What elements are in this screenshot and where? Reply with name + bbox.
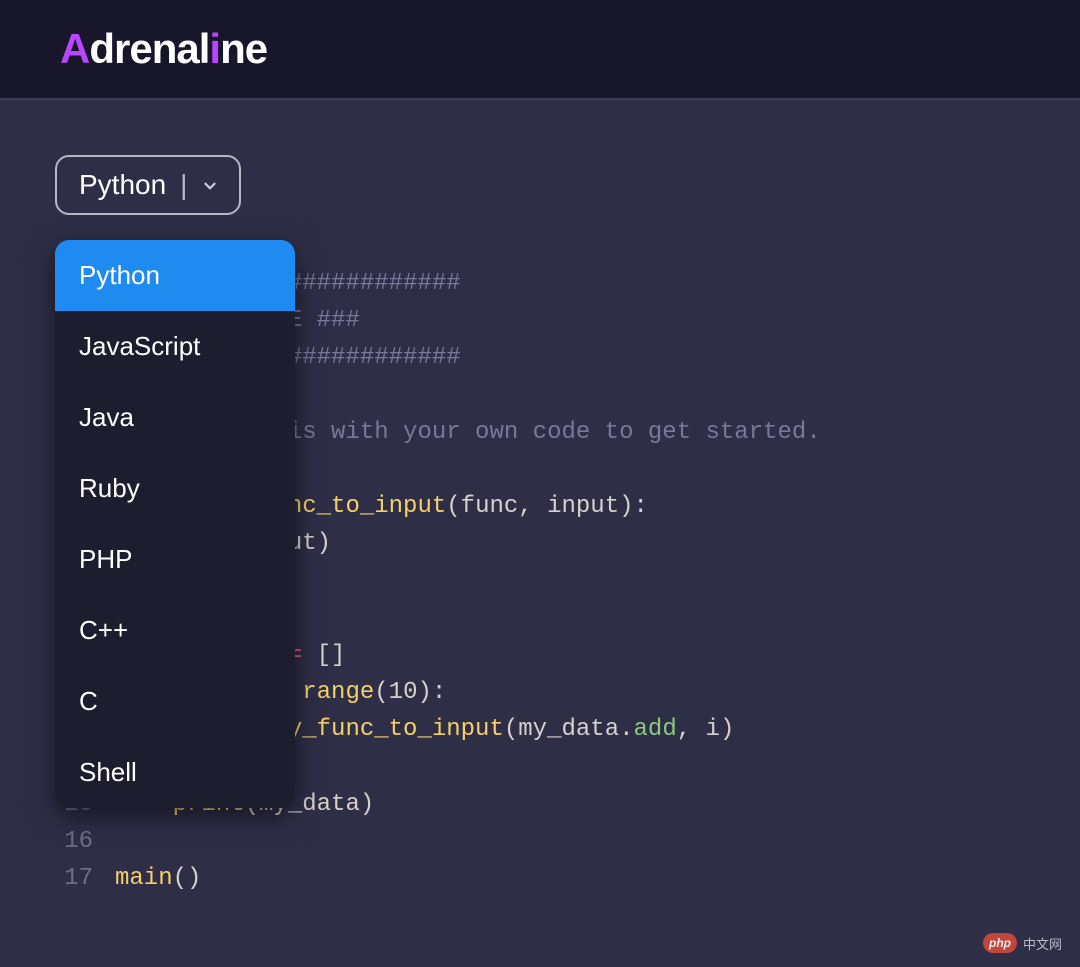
chevron-down-icon [201,177,217,193]
content-area: Python | PythonJavaScriptJavaRubyPHPC++C… [0,100,1080,897]
code-line[interactable]: 17main() [55,860,1025,897]
language-option[interactable]: Python [55,240,295,311]
app-header: Adrenaline [0,0,1080,100]
logo-letter-i: i [209,25,220,72]
language-option[interactable]: C++ [55,595,295,666]
language-option[interactable]: Shell [55,737,295,808]
language-dropdown-menu[interactable]: PythonJavaScriptJavaRubyPHPC++CShell [55,240,295,808]
line-number: 17 [55,860,115,897]
language-option[interactable]: Ruby [55,453,295,524]
app-logo: Adrenaline [60,25,267,73]
language-select-button[interactable]: Python | [55,155,241,215]
watermark-badge: php [983,933,1017,953]
language-option[interactable]: Java [55,382,295,453]
language-select-current: Python [79,169,166,201]
language-option[interactable]: PHP [55,524,295,595]
code-content[interactable]: main() [115,860,1025,897]
line-number: 16 [55,823,115,860]
logo-text-2: ne [220,25,267,72]
watermark-text: 中文网 [1023,934,1062,953]
code-line[interactable]: 16 [55,823,1025,860]
language-select-separator: | [180,169,187,201]
logo-letter-a: A [60,25,89,72]
language-option[interactable]: C [55,666,295,737]
logo-text-1: drenal [89,25,209,72]
language-option[interactable]: JavaScript [55,311,295,382]
watermark: php 中文网 [983,933,1062,953]
